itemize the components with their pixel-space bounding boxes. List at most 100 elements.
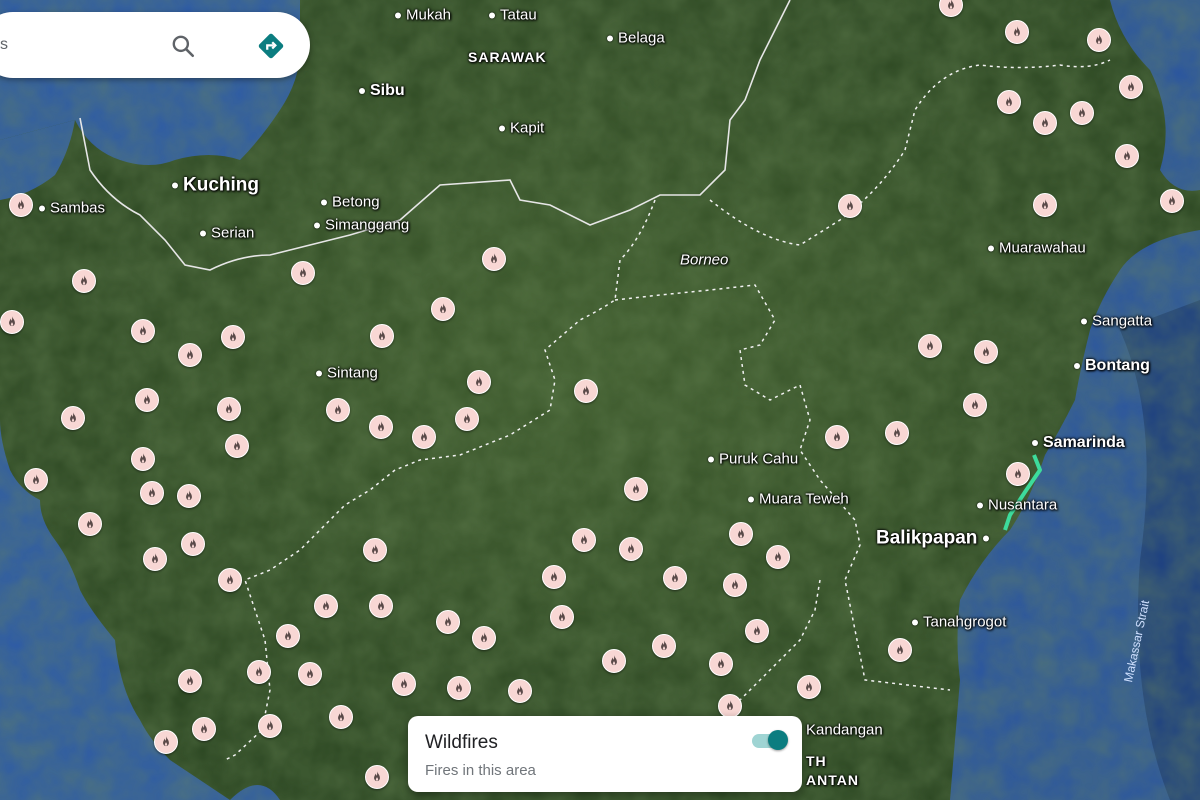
fire-marker-icon[interactable] [718, 694, 742, 718]
fire-marker-icon[interactable] [542, 565, 566, 589]
fire-marker-icon[interactable] [326, 398, 350, 422]
fire-marker-icon[interactable] [1160, 189, 1184, 213]
fire-marker-icon[interactable] [221, 325, 245, 349]
place-label[interactable]: SARAWAK [468, 50, 547, 64]
fire-marker-icon[interactable] [363, 538, 387, 562]
place-label[interactable]: Kandangan [806, 723, 883, 738]
fire-marker-icon[interactable] [1005, 20, 1029, 44]
place-label[interactable]: Puruk Cahu [708, 452, 798, 467]
fire-marker-icon[interactable] [247, 660, 271, 684]
fire-marker-icon[interactable] [135, 388, 159, 412]
fire-marker-icon[interactable] [745, 619, 769, 643]
fire-marker-icon[interactable] [143, 547, 167, 571]
fire-marker-icon[interactable] [9, 193, 33, 217]
fire-marker-icon[interactable] [178, 343, 202, 367]
fire-marker-icon[interactable] [181, 532, 205, 556]
fire-marker-icon[interactable] [885, 421, 909, 445]
place-label[interactable]: Serian [200, 226, 254, 241]
fire-marker-icon[interactable] [1033, 111, 1057, 135]
place-label[interactable]: Nusantara [977, 498, 1057, 513]
place-label[interactable]: Samarinda [1032, 435, 1125, 451]
fire-marker-icon[interactable] [314, 594, 338, 618]
fire-marker-icon[interactable] [729, 522, 753, 546]
fire-marker-icon[interactable] [472, 626, 496, 650]
place-label[interactable]: Belaga [607, 31, 665, 46]
fire-marker-icon[interactable] [218, 568, 242, 592]
search-button[interactable] [166, 29, 200, 63]
fire-marker-icon[interactable] [663, 566, 687, 590]
fire-marker-icon[interactable] [574, 379, 598, 403]
place-label[interactable]: Bontang [1074, 358, 1150, 374]
fire-marker-icon[interactable] [276, 624, 300, 648]
directions-button[interactable] [254, 29, 288, 63]
search-input[interactable]: s [0, 36, 8, 54]
fire-marker-icon[interactable] [436, 610, 460, 634]
fire-marker-icon[interactable] [365, 765, 389, 789]
search-box[interactable]: s [0, 12, 310, 78]
fire-marker-icon[interactable] [291, 261, 315, 285]
fire-marker-icon[interactable] [652, 634, 676, 658]
fire-marker-icon[interactable] [1006, 462, 1030, 486]
fire-marker-icon[interactable] [225, 434, 249, 458]
place-label[interactable]: Muara Teweh [748, 492, 849, 507]
fire-marker-icon[interactable] [918, 334, 942, 358]
fire-marker-icon[interactable] [72, 269, 96, 293]
wildfires-toggle[interactable] [750, 729, 790, 751]
fire-marker-icon[interactable] [602, 649, 626, 673]
fire-marker-icon[interactable] [0, 310, 24, 334]
fire-marker-icon[interactable] [455, 407, 479, 431]
fire-marker-icon[interactable] [1070, 101, 1094, 125]
fire-marker-icon[interactable] [412, 425, 436, 449]
place-label[interactable]: Sintang [316, 366, 378, 381]
fire-marker-icon[interactable] [78, 512, 102, 536]
place-label[interactable]: Simanggang [314, 218, 409, 233]
fire-marker-icon[interactable] [838, 194, 862, 218]
fire-marker-icon[interactable] [154, 730, 178, 754]
fire-marker-icon[interactable] [572, 528, 596, 552]
fire-marker-icon[interactable] [329, 705, 353, 729]
fire-marker-icon[interactable] [723, 573, 747, 597]
fire-marker-icon[interactable] [192, 717, 216, 741]
fire-marker-icon[interactable] [131, 319, 155, 343]
place-label[interactable]: Betong [321, 195, 380, 210]
place-label[interactable]: Mukah [395, 8, 451, 23]
fire-marker-icon[interactable] [550, 605, 574, 629]
fire-marker-icon[interactable] [431, 297, 455, 321]
fire-marker-icon[interactable] [482, 247, 506, 271]
fire-marker-icon[interactable] [974, 340, 998, 364]
fire-marker-icon[interactable] [619, 537, 643, 561]
fire-marker-icon[interactable] [797, 675, 821, 699]
fire-marker-icon[interactable] [997, 90, 1021, 114]
place-label[interactable]: Kapit [499, 121, 544, 136]
place-label[interactable]: TH [806, 754, 827, 768]
fire-marker-icon[interactable] [24, 468, 48, 492]
fire-marker-icon[interactable] [508, 679, 532, 703]
place-label[interactable]: Kuching [172, 176, 259, 195]
fire-marker-icon[interactable] [177, 484, 201, 508]
fire-marker-icon[interactable] [1115, 144, 1139, 168]
fire-marker-icon[interactable] [766, 545, 790, 569]
fire-marker-icon[interactable] [369, 415, 393, 439]
fire-marker-icon[interactable] [392, 672, 416, 696]
place-label[interactable]: Sibu [359, 83, 405, 99]
fire-marker-icon[interactable] [298, 662, 322, 686]
place-label[interactable]: Tanahgrogot [912, 615, 1006, 630]
fire-marker-icon[interactable] [1119, 75, 1143, 99]
fire-marker-icon[interactable] [467, 370, 491, 394]
place-label[interactable]: ANTAN [806, 773, 859, 787]
fire-marker-icon[interactable] [369, 594, 393, 618]
fire-marker-icon[interactable] [888, 638, 912, 662]
fire-marker-icon[interactable] [370, 324, 394, 348]
place-label[interactable]: Sambas [39, 201, 105, 216]
wildfires-card[interactable]: Wildfires Fires in this area [408, 716, 802, 792]
place-label[interactable]: Muarawahau [988, 241, 1086, 256]
fire-marker-icon[interactable] [1087, 28, 1111, 52]
place-label[interactable]: Balikpapan [876, 529, 994, 548]
fire-marker-icon[interactable] [258, 714, 282, 738]
fire-marker-icon[interactable] [624, 477, 648, 501]
fire-marker-icon[interactable] [709, 652, 733, 676]
place-label[interactable]: Sangatta [1081, 314, 1152, 329]
place-label[interactable]: Borneo [680, 253, 728, 268]
fire-marker-icon[interactable] [140, 481, 164, 505]
fire-marker-icon[interactable] [61, 406, 85, 430]
